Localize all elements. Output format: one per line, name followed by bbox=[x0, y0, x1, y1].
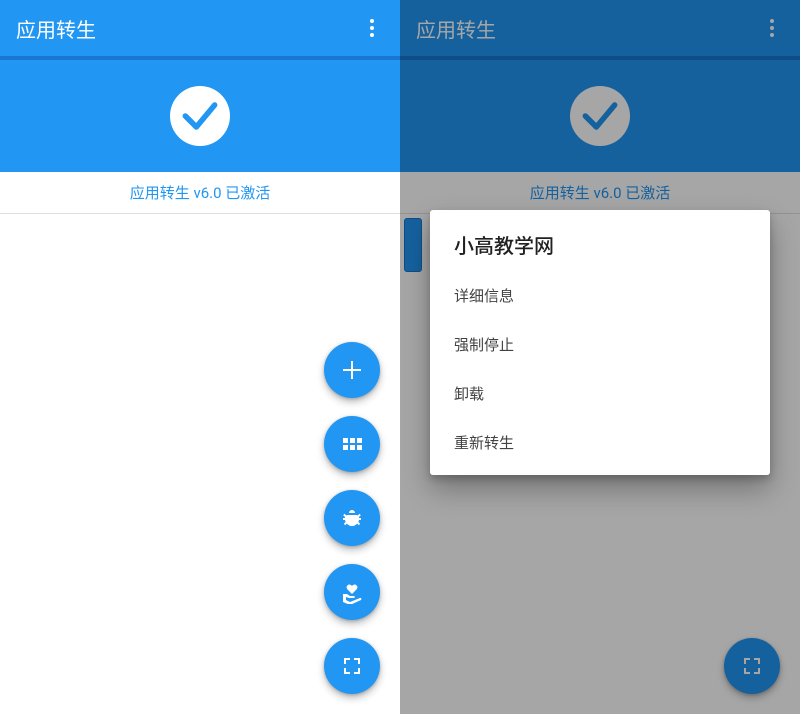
check-circle-icon bbox=[170, 86, 230, 146]
left-panel: 应用转生 应用转生 v6.0 已激活 bbox=[0, 0, 400, 714]
dialog-item-detail[interactable]: 详细信息 bbox=[430, 271, 770, 320]
heart-hand-icon bbox=[340, 580, 364, 604]
expand-fab[interactable] bbox=[324, 638, 380, 694]
add-fab[interactable] bbox=[324, 342, 380, 398]
context-dialog: 小高教学网 详细信息 强制停止 卸载 重新转生 bbox=[430, 210, 770, 475]
overflow-menu-button[interactable] bbox=[352, 8, 392, 48]
app-title: 应用转生 bbox=[16, 14, 96, 43]
dialog-title: 小高教学网 bbox=[430, 230, 770, 271]
grid-fab[interactable] bbox=[324, 416, 380, 472]
dialog-item-uninstall[interactable]: 卸载 bbox=[430, 369, 770, 418]
status-banner bbox=[0, 60, 400, 172]
dual-screenshot-container: 应用转生 应用转生 v6.0 已激活 bbox=[0, 0, 800, 714]
dialog-item-force-stop[interactable]: 强制停止 bbox=[430, 320, 770, 369]
right-panel: 应用转生 应用转生 v6.0 已激活 小高教学网 详细信息 强制停止 卸载 重新… bbox=[400, 0, 800, 714]
bug-fab[interactable] bbox=[324, 490, 380, 546]
activation-status: 应用转生 v6.0 已激活 bbox=[130, 184, 271, 202]
grid-icon bbox=[343, 438, 362, 450]
expand-icon bbox=[340, 654, 364, 678]
plus-icon bbox=[340, 358, 364, 382]
status-text-bar: 应用转生 v6.0 已激活 bbox=[0, 172, 400, 214]
donate-fab[interactable] bbox=[324, 564, 380, 620]
more-vertical-icon bbox=[370, 19, 374, 37]
fab-column bbox=[324, 342, 380, 694]
app-bar: 应用转生 bbox=[0, 0, 400, 56]
dialog-item-reclone[interactable]: 重新转生 bbox=[430, 418, 770, 467]
bug-icon bbox=[340, 506, 364, 530]
